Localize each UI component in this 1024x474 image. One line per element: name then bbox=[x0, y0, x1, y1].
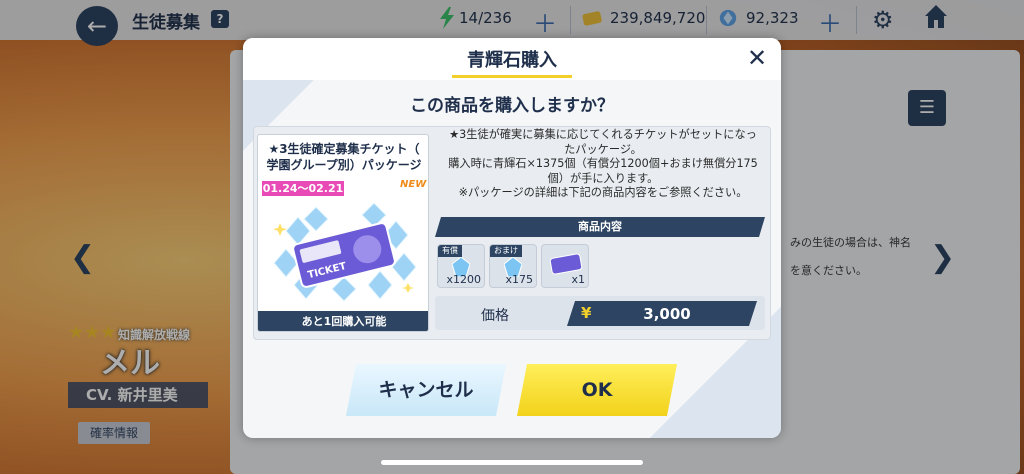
item-count: x1200 bbox=[446, 273, 481, 286]
contents-header: 商品内容 bbox=[435, 217, 765, 237]
remaining-purchases: あと1回購入可能 bbox=[258, 311, 428, 331]
item-count: x1 bbox=[571, 273, 585, 286]
description-line: 個）が手に入ります。 bbox=[547, 171, 659, 185]
currency-symbol: ¥ bbox=[581, 304, 592, 322]
item-tag: 有償 bbox=[438, 245, 462, 257]
package-card: ★3生徒確定募集チケット（ 学園グループ別）パッケージ 01.24～02.21 … bbox=[257, 134, 429, 332]
purchase-dialog: 青輝石購入 ✕ この商品を購入しますか？ ★3生徒確定募集チケット（ 学園グルー… bbox=[243, 38, 781, 438]
dialog-title: 青輝石購入 bbox=[467, 50, 557, 71]
package-name-line2: 学園グループ別）パッケージ bbox=[266, 158, 422, 172]
ticket-icon bbox=[550, 253, 582, 275]
item-bonus-pyroxene[interactable]: おまけ x175 bbox=[489, 244, 537, 288]
home-indicator[interactable] bbox=[381, 460, 643, 465]
package-name: ★3生徒確定募集チケット（ 学園グループ別）パッケージ bbox=[258, 141, 428, 173]
description-line: ★3生徒が確実に募集に応じてくれるチケットがセットになっ bbox=[449, 128, 757, 141]
package-name-line1: ★3生徒確定募集チケット（ bbox=[268, 142, 420, 156]
cancel-button[interactable]: キャンセル bbox=[346, 364, 506, 416]
item-recruit-ticket[interactable]: x1 bbox=[541, 244, 589, 288]
package-description: ★3生徒が確実に募集に応じてくれるチケットがセットになっ たパッケージ。 購入時… bbox=[435, 128, 771, 201]
close-icon[interactable]: ✕ bbox=[743, 44, 771, 72]
price-row: 価格 ¥ 3,000 bbox=[435, 296, 765, 330]
new-badge: NEW bbox=[400, 179, 427, 190]
description-line: 購入時に青輝石×1375個（有償分1200個+おまけ無償分175 bbox=[448, 157, 758, 170]
dialog-header: 青輝石購入 ✕ bbox=[243, 38, 781, 80]
sale-period-badge: 01.24～02.21 bbox=[262, 181, 344, 196]
confirm-question: この商品を購入しますか？ bbox=[410, 96, 614, 116]
price-label: 価格 bbox=[481, 308, 509, 324]
description-line: たパッケージ。 bbox=[564, 142, 642, 156]
ok-button[interactable]: OK bbox=[517, 364, 677, 416]
item-paid-pyroxene[interactable]: 有償 x1200 bbox=[437, 244, 485, 288]
title-underline bbox=[452, 75, 572, 78]
price-box: ¥ 3,000 bbox=[567, 301, 757, 326]
package-art-icon: TICKET bbox=[273, 202, 417, 302]
price-value: 3,000 bbox=[643, 305, 691, 323]
item-tag: おまけ bbox=[490, 245, 522, 257]
description-line: ※パッケージの詳細は下記の商品内容をご参照ください。 bbox=[458, 186, 748, 199]
item-count: x175 bbox=[505, 273, 533, 286]
